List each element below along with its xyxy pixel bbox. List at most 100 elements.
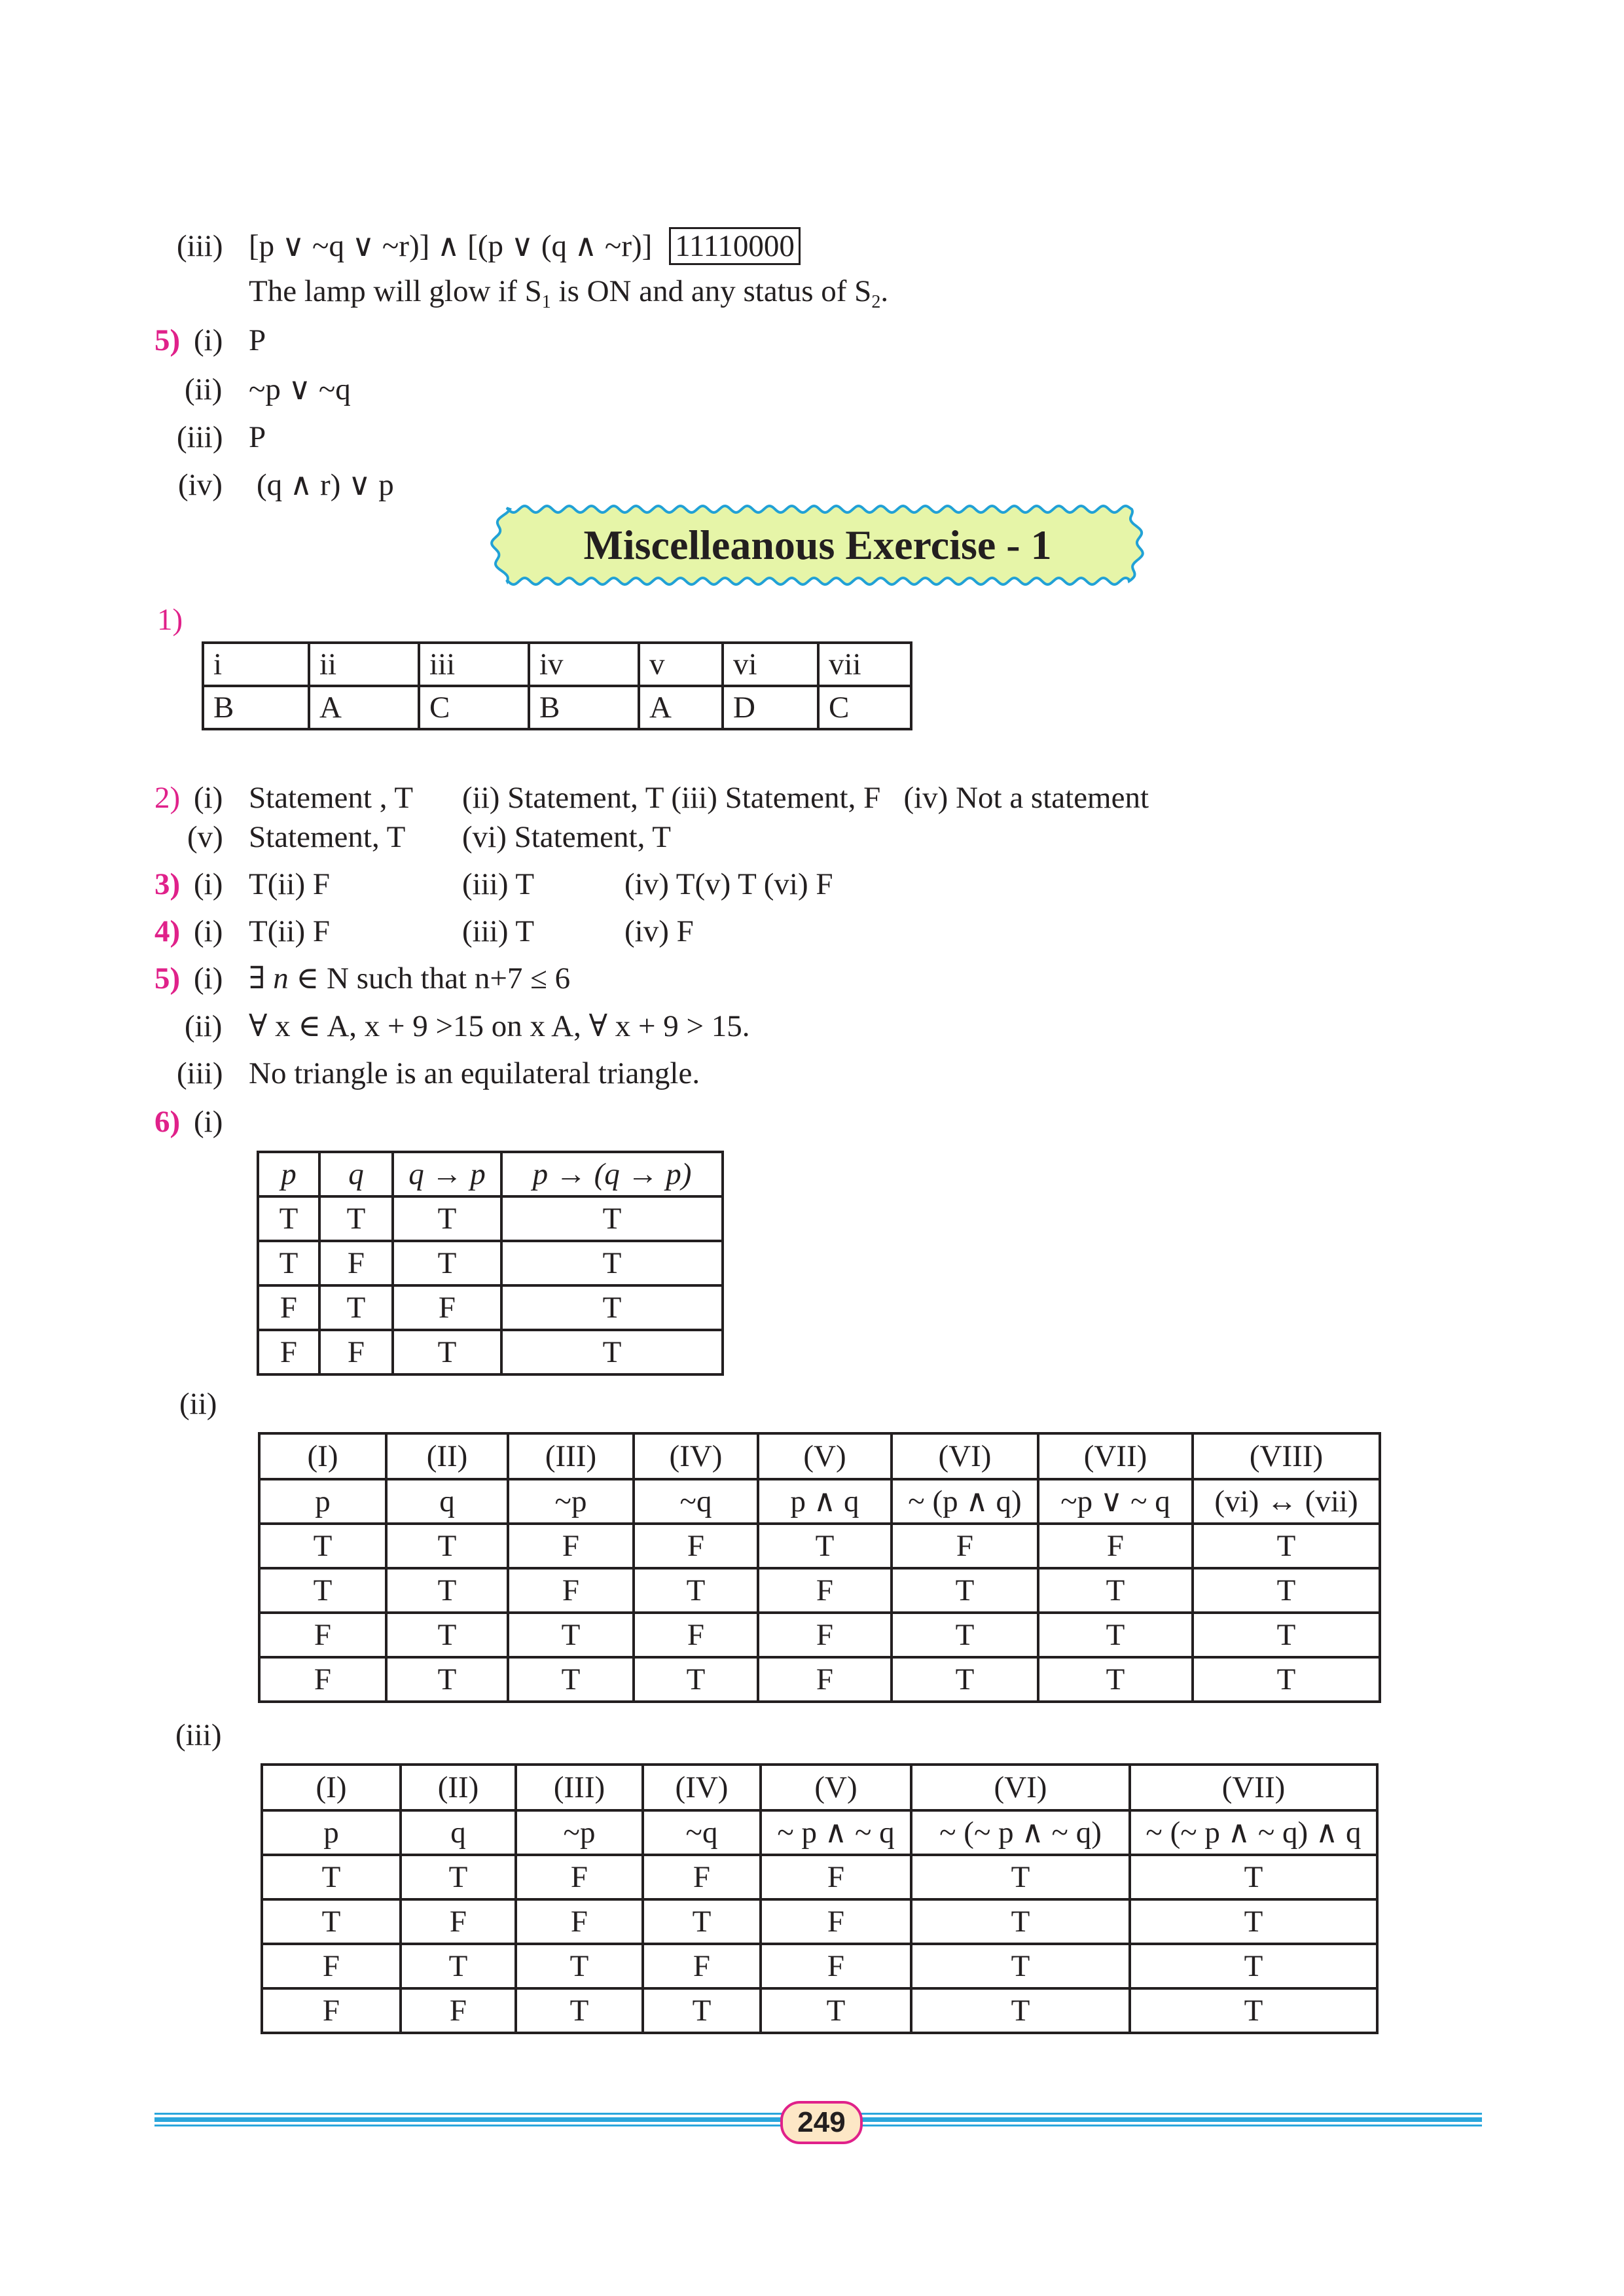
table-cell: T — [890, 1611, 1039, 1659]
q1-answer-cell: B — [202, 685, 310, 730]
table-cell: T — [632, 1656, 759, 1703]
table-cell: T — [318, 1284, 394, 1331]
expr-header: p — [258, 1478, 388, 1525]
expr-header: ~ p ∧ ~ q — [759, 1809, 912, 1856]
table-cell: T — [385, 1656, 509, 1703]
table-cell: T — [1128, 1898, 1379, 1945]
expr-header: p — [261, 1809, 402, 1856]
q5-iv-label: (iv) — [178, 468, 223, 502]
table-cell: T — [261, 1898, 402, 1945]
exists-symbol: ∃ — [249, 961, 274, 996]
expr-header: ~p — [514, 1809, 644, 1856]
q2-i-answer: Statement , T — [249, 781, 414, 815]
table-cell: F — [318, 1240, 394, 1287]
q3-i-label: (i) — [194, 867, 223, 901]
lamp-text-c: . — [880, 274, 889, 308]
table-cell: F — [757, 1567, 893, 1614]
table-cell: F — [261, 1987, 402, 2034]
table-cell: T — [385, 1611, 509, 1659]
q4-answer-a: T(ii) F — [249, 914, 331, 948]
table-cell: T — [1191, 1522, 1381, 1570]
roman-header: (I) — [258, 1432, 388, 1480]
table-cell: T — [500, 1329, 724, 1376]
table-cell: T — [399, 1854, 517, 1901]
table-cell: T — [890, 1656, 1039, 1703]
q1-answer-cell: A — [308, 685, 420, 730]
q-iii-label: (iii) — [177, 229, 223, 263]
lamp-sentence: The lamp will glow if S1 is ON and any s… — [249, 274, 889, 312]
truth-table-6i: p q q → p p → (q → p) TTTT TFTT FTFT FFT… — [257, 1151, 724, 1376]
q6-iii-label: (iii) — [175, 1718, 222, 1752]
table-cell: T — [318, 1195, 394, 1242]
q1-header-cell: iii — [418, 641, 530, 687]
q1-answer-cell: D — [721, 685, 820, 730]
table-cell: T — [507, 1611, 635, 1659]
table-cell: F — [759, 1898, 912, 1945]
q5-ii-answer: ~p ∨ ~q — [249, 372, 351, 406]
table-cell: T — [399, 1943, 517, 1990]
table-cell: T — [910, 1898, 1131, 1945]
table-cell: T — [1191, 1656, 1381, 1703]
lamp-sub-1: 1 — [541, 292, 551, 312]
table-cell: F — [399, 1987, 517, 2034]
expr-header: ~ (~ p ∧ ~ q) — [910, 1809, 1131, 1856]
table-cell: F — [318, 1329, 394, 1376]
table-cell: T — [500, 1195, 724, 1242]
table-cell: F — [391, 1284, 503, 1331]
table-cell: T — [1037, 1611, 1194, 1659]
q5b-i-label: (i) — [194, 961, 223, 996]
q1-header-cell: vi — [721, 641, 820, 687]
table-cell: F — [632, 1611, 759, 1659]
q1-header-cell: ii — [308, 641, 420, 687]
misc-q3-number: 3) — [154, 867, 181, 901]
q5-iv-answer: (q ∧ r) ∨ p — [257, 468, 394, 502]
q1-header-cell: v — [638, 641, 724, 687]
q1-header-cell: i — [202, 641, 310, 687]
table-cell: F — [258, 1656, 388, 1703]
q5-number: 5) — [154, 323, 181, 357]
q6-ii-label: (ii) — [179, 1387, 217, 1421]
expr-header: (vi) ↔ (vii) — [1191, 1478, 1381, 1525]
q5b-iii-label: (iii) — [177, 1056, 223, 1090]
q5b-ii-answer: ∀ x ∈ A, x + 9 >15 on x A, ∀ x + 9 > 15. — [249, 1009, 750, 1043]
q3-answer-b: (iii) T — [462, 867, 535, 901]
table-cell: F — [261, 1943, 402, 1990]
table-cell: T — [261, 1854, 402, 1901]
roman-header: (IV) — [641, 1763, 762, 1812]
table-cell: F — [632, 1522, 759, 1570]
table-cell: T — [391, 1195, 503, 1242]
table-cell: T — [641, 1987, 762, 2034]
roman-header: (VII) — [1037, 1432, 1194, 1480]
table-cell: F — [507, 1522, 635, 1570]
lamp-sub-2: 2 — [871, 292, 881, 312]
table-cell: F — [1037, 1522, 1194, 1570]
expr-header: ~p — [507, 1478, 635, 1525]
table-cell: T — [391, 1329, 503, 1376]
q2-i-label: (i) — [194, 781, 223, 815]
table-cell: F — [514, 1898, 644, 1945]
roman-header: (VII) — [1128, 1763, 1379, 1812]
expression-text: [p ∨ ~q ∨ ~r)] ∧ [(p ∨ (q ∧ ~r)] — [249, 229, 653, 263]
table-cell: T — [385, 1522, 509, 1570]
q1-header-cell: iv — [528, 641, 640, 687]
q4-answer-c: (iv) F — [624, 914, 694, 948]
table-cell: T — [514, 1943, 644, 1990]
truth-table-6iii: (I) (II) (III) (IV) (V) (VI) (VII) p q ~p ~q ~ p ∧… — [261, 1763, 1379, 2034]
table-cell: T — [910, 1987, 1131, 2034]
q2-v-label: (v) — [187, 820, 223, 854]
t6i-header-cell: q → p — [391, 1151, 503, 1198]
q1-answer-cell: C — [418, 685, 530, 730]
misc-q2-number: 2) — [154, 781, 181, 815]
table-cell: F — [757, 1656, 893, 1703]
table-cell: T — [1191, 1567, 1381, 1614]
expr-header: q — [399, 1809, 517, 1856]
expr-header: ~q — [632, 1478, 759, 1525]
expr-header: ~ (p ∧ q) — [890, 1478, 1039, 1525]
roman-header: (VI) — [910, 1763, 1131, 1812]
table-cell: F — [399, 1898, 517, 1945]
q5-ii-label: (ii) — [185, 372, 223, 406]
q5-i-label: (i) — [194, 323, 223, 357]
q4-i-label: (i) — [194, 914, 223, 948]
q5b-i-answer: ∃ n ∈ N such that n+7 ≤ 6 — [249, 963, 570, 994]
table-cell: T — [1128, 1854, 1379, 1901]
